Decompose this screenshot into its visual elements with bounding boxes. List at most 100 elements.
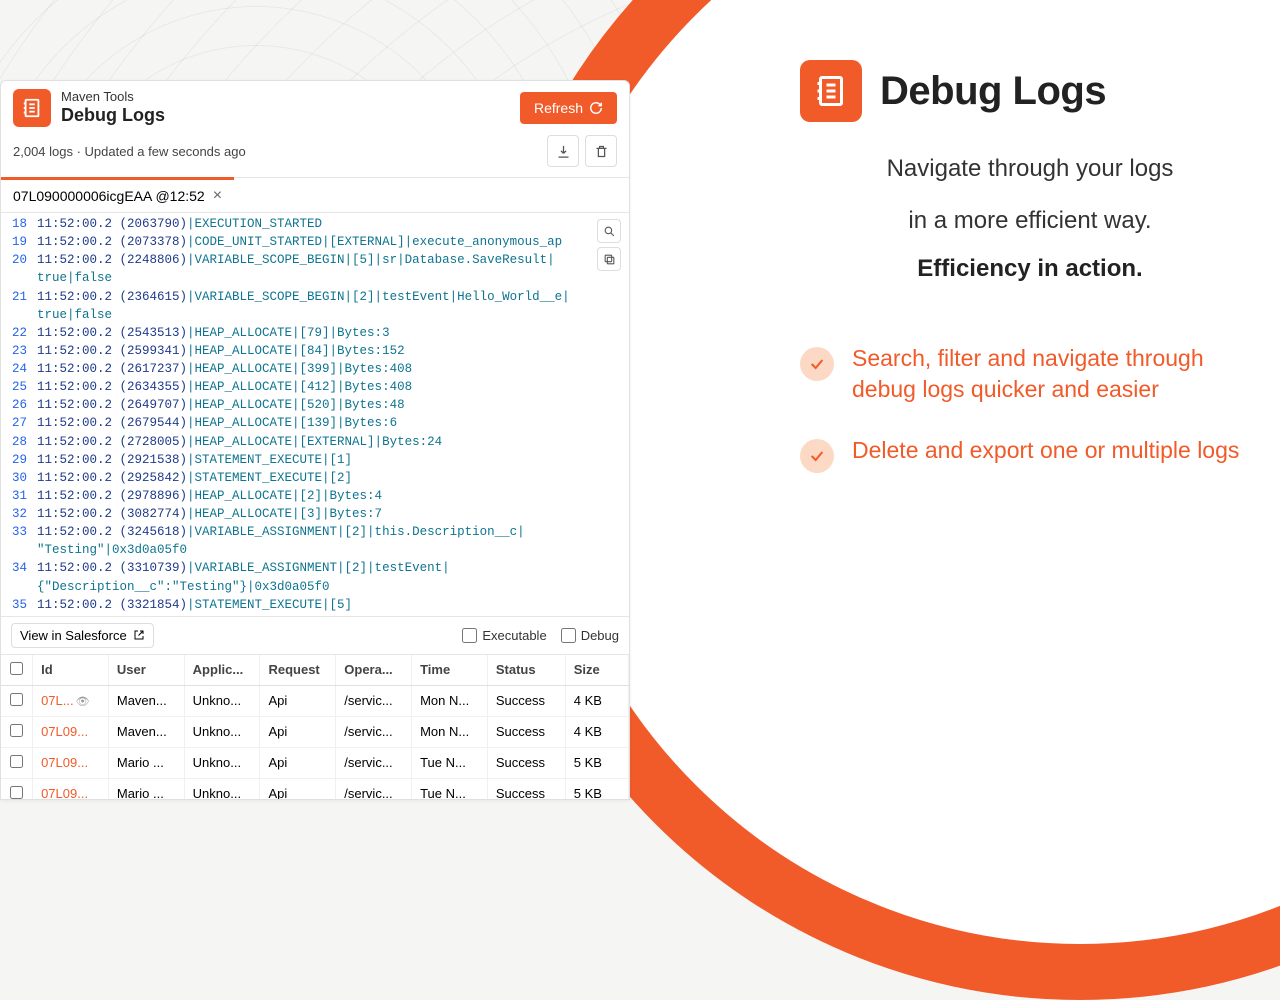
log-content: 11:52:00.2 (2364615)|VARIABLE_SCOPE_BEGI… (37, 288, 570, 306)
copy-icon (603, 253, 616, 266)
view-in-salesforce-button[interactable]: View in Salesforce (11, 623, 154, 648)
feature-2-text: Delete and export one or multiple logs (852, 435, 1239, 466)
log-content: 11:52:00.2 (2679544)|HEAP_ALLOCATE|[139]… (37, 414, 397, 432)
log-content: 11:52:00.2 (3082774)|HEAP_ALLOCATE|[3]|B… (37, 505, 382, 523)
cell-req: Api (260, 716, 336, 747)
cell-app: Unkno... (184, 778, 260, 799)
log-content: 11:52:00.2 (2073378)|CODE_UNIT_STARTED|[… (37, 233, 562, 251)
cell-id[interactable]: 07L09... (33, 747, 109, 778)
cell-id[interactable]: 07L09... (33, 716, 109, 747)
log-line[interactable]: 2411:52:00.2 (2617237)|HEAP_ALLOCATE|[39… (3, 360, 623, 378)
debug-checkbox[interactable]: Debug (561, 628, 619, 643)
executable-checkbox[interactable]: Executable (462, 628, 546, 643)
log-line[interactable]: 3411:52:00.2 (3310739)|VARIABLE_ASSIGNME… (3, 559, 623, 577)
log-content: 11:52:00.2 (2634355)|HEAP_ALLOCATE|[412]… (37, 378, 412, 396)
log-line[interactable]: 1911:52:00.2 (2073378)|CODE_UNIT_STARTED… (3, 233, 623, 251)
download-icon (556, 144, 571, 159)
row-checkbox[interactable] (10, 724, 23, 737)
log-content: 11:52:00.2 (3321854)|STATEMENT_EXECUTE|[… (37, 596, 352, 614)
mid-toolbar: View in Salesforce Executable Debug (1, 616, 629, 655)
log-line[interactable]: 2311:52:00.2 (2599341)|HEAP_ALLOCATE|[84… (3, 342, 623, 360)
log-content: 11:52:00.2 (2925842)|STATEMENT_EXECUTE|[… (37, 469, 352, 487)
col-time[interactable]: Time (412, 655, 488, 686)
refresh-icon (589, 101, 603, 115)
log-line[interactable]: 2911:52:00.2 (2921538)|STATEMENT_EXECUTE… (3, 451, 623, 469)
cell-op: /servic... (336, 685, 412, 716)
debug-logs-window: Maven Tools Debug Logs Refresh 2,004 log… (0, 80, 630, 800)
log-content: 11:52:00.2 (2063790)|EXECUTION_STARTED (37, 215, 322, 233)
log-line[interactable]: 1811:52:00.2 (2063790)|EXECUTION_STARTED (3, 215, 623, 233)
line-number: 22 (3, 324, 37, 342)
line-number: 35 (3, 596, 37, 614)
refresh-button[interactable]: Refresh (520, 92, 617, 124)
log-content: 11:52:00.2 (2617237)|HEAP_ALLOCATE|[399]… (37, 360, 412, 378)
log-line[interactable]: 2611:52:00.2 (2649707)|HEAP_ALLOCATE|[52… (3, 396, 623, 414)
download-button[interactable] (547, 135, 579, 167)
log-line[interactable]: 2211:52:00.2 (2543513)|HEAP_ALLOCATE|[79… (3, 324, 623, 342)
col-opera[interactable]: Opera... (336, 655, 412, 686)
cell-status: Success (487, 778, 565, 799)
log-content: 11:52:00.2 (2921538)|STATEMENT_EXECUTE|[… (37, 451, 352, 469)
cell-size: 5 KB (565, 747, 628, 778)
col-status[interactable]: Status (487, 655, 565, 686)
cell-time: Mon N... (412, 716, 488, 747)
log-line[interactable]: 2011:52:00.2 (2248806)|VARIABLE_SCOPE_BE… (3, 251, 623, 269)
cell-id[interactable]: 07L...👁 (33, 685, 109, 716)
cell-op: /servic... (336, 778, 412, 799)
delete-button[interactable] (585, 135, 617, 167)
check-icon (800, 439, 834, 473)
promo-subtitle-2: in a more efficient way. (800, 204, 1260, 238)
log-line[interactable]: 3111:52:00.2 (2978896)|HEAP_ALLOCATE|[2]… (3, 487, 623, 505)
row-checkbox[interactable] (10, 755, 23, 768)
cell-user: Mario ... (108, 778, 184, 799)
promo-tagline: Efficiency in action. (800, 255, 1260, 283)
log-line[interactable]: 3011:52:00.2 (2925842)|STATEMENT_EXECUTE… (3, 469, 623, 487)
log-copy-button[interactable] (597, 247, 621, 271)
col-applic[interactable]: Applic... (184, 655, 260, 686)
cell-id[interactable]: 07L09... (33, 778, 109, 799)
log-search-button[interactable] (597, 219, 621, 243)
line-number: 19 (3, 233, 37, 251)
promo-panel: Debug Logs Navigate through your logs in… (800, 60, 1260, 503)
table-row[interactable]: 07L09...Maven...Unkno...Api/servic...Mon… (1, 716, 629, 747)
cell-time: Tue N... (412, 778, 488, 799)
cell-status: Success (487, 716, 565, 747)
log-line[interactable]: 3211:52:00.2 (3082774)|HEAP_ALLOCATE|[3]… (3, 505, 623, 523)
log-line[interactable]: 2711:52:00.2 (2679544)|HEAP_ALLOCATE|[13… (3, 414, 623, 432)
log-tab[interactable]: 07L090000006icgEAA @12:52 × (1, 177, 234, 212)
select-all-checkbox[interactable] (10, 662, 23, 675)
log-content: 11:52:00.2 (2728005)|HEAP_ALLOCATE|[EXTE… (37, 433, 442, 451)
cell-user: Mario ... (108, 747, 184, 778)
log-line[interactable]: 3511:52:00.2 (3321854)|STATEMENT_EXECUTE… (3, 596, 623, 614)
col-id[interactable]: Id (33, 655, 109, 686)
log-line-wrap: true|false (3, 306, 623, 324)
refresh-label: Refresh (534, 100, 583, 116)
view-in-salesforce-label: View in Salesforce (20, 628, 127, 643)
line-number: 30 (3, 469, 37, 487)
log-line[interactable]: 3311:52:00.2 (3245618)|VARIABLE_ASSIGNME… (3, 523, 623, 541)
line-number: 18 (3, 215, 37, 233)
col-request[interactable]: Request (260, 655, 336, 686)
cell-time: Tue N... (412, 747, 488, 778)
log-line[interactable]: 2511:52:00.2 (2634355)|HEAP_ALLOCATE|[41… (3, 378, 623, 396)
cell-user: Maven... (108, 685, 184, 716)
app-supertitle: Maven Tools (61, 89, 510, 105)
log-line[interactable]: 2111:52:00.2 (2364615)|VARIABLE_SCOPE_BE… (3, 288, 623, 306)
line-number: 21 (3, 288, 37, 306)
row-checkbox[interactable] (10, 786, 23, 799)
line-number: 26 (3, 396, 37, 414)
log-line[interactable]: 2811:52:00.2 (2728005)|HEAP_ALLOCATE|[EX… (3, 433, 623, 451)
log-content: 11:52:00.2 (2248806)|VARIABLE_SCOPE_BEGI… (37, 251, 555, 269)
cell-status: Success (487, 685, 565, 716)
row-checkbox[interactable] (10, 693, 23, 706)
table-row[interactable]: 07L09...Mario ...Unkno...Api/servic...Tu… (1, 747, 629, 778)
col-user[interactable]: User (108, 655, 184, 686)
col-size[interactable]: Size (565, 655, 628, 686)
table-row[interactable]: 07L...👁Maven...Unkno...Api/servic...Mon … (1, 685, 629, 716)
feature-2: Delete and export one or multiple logs (800, 435, 1260, 473)
log-count-status: 2,004 logs · Updated a few seconds ago (13, 144, 246, 159)
tab-close-icon[interactable]: × (213, 188, 222, 204)
table-row[interactable]: 07L09...Mario ...Unkno...Api/servic...Tu… (1, 778, 629, 799)
trash-icon (594, 144, 609, 159)
promo-subtitle-1: Navigate through your logs (800, 152, 1260, 186)
